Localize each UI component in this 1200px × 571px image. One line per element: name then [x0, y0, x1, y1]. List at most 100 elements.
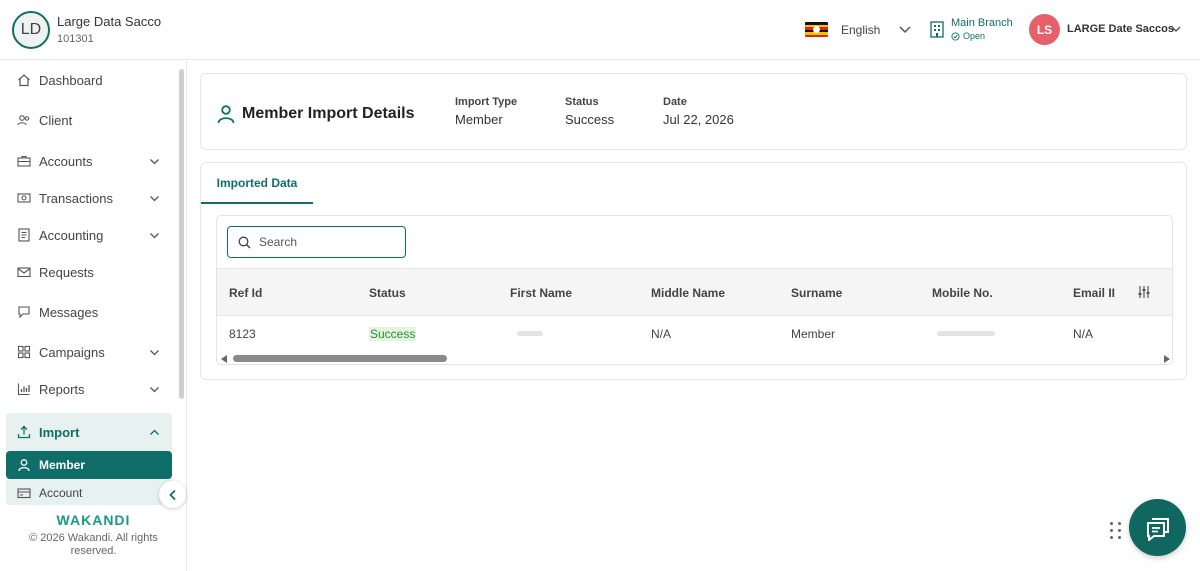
- chat-icon: [1146, 517, 1169, 541]
- sidebar-item-label: Transactions: [39, 190, 113, 206]
- cash-icon: [17, 193, 31, 203]
- column-header-first-name[interactable]: First Name: [510, 286, 572, 300]
- home-icon: [18, 74, 30, 87]
- column-settings-icon[interactable]: [1137, 285, 1151, 299]
- briefcase-icon: [17, 155, 31, 167]
- imported-data-card: Imported Data Search Ref Id Status First…: [200, 162, 1187, 380]
- sidebar-item-accounting[interactable]: Accounting: [6, 218, 172, 252]
- search-input[interactable]: Search: [227, 226, 406, 258]
- horizontal-scrollbar[interactable]: [217, 351, 1172, 364]
- user-icon: [217, 105, 235, 124]
- check-circle-icon: [951, 31, 960, 41]
- scroll-thumb[interactable]: [233, 355, 447, 362]
- sidebar-item-label: Campaigns: [39, 344, 105, 360]
- sidebar-item-label: Client: [39, 112, 73, 128]
- message-search-icon: [18, 306, 30, 319]
- tab-imported-data[interactable]: Imported Data: [201, 163, 313, 204]
- mail-icon: [17, 267, 31, 278]
- user-icon: [18, 459, 30, 472]
- column-header-status[interactable]: Status: [369, 286, 406, 300]
- column-header-surname[interactable]: Surname: [791, 286, 842, 300]
- chevron-down-icon[interactable]: [898, 22, 912, 36]
- branch-status-label: Open: [963, 31, 986, 41]
- sidebar-item-label: Account: [39, 486, 83, 500]
- user-avatar[interactable]: LS: [1029, 14, 1060, 45]
- table-row[interactable]: 8123 Success N/A Member N/A: [217, 316, 1172, 351]
- chevron-down-icon: [150, 387, 159, 393]
- bar-chart-icon: [17, 383, 30, 396]
- drag-handle-icon[interactable]: [1110, 522, 1122, 540]
- cell-status: Success: [369, 327, 417, 341]
- sidebar-item-messages[interactable]: Messages: [6, 295, 172, 329]
- chevron-down-icon: [150, 159, 159, 165]
- import-type-value: Member: [455, 112, 503, 127]
- sidebar-item-requests[interactable]: Requests: [6, 255, 172, 289]
- card-icon: [17, 488, 31, 499]
- sidebar-item-label: Requests: [39, 264, 94, 280]
- top-bar: LD Large Data Sacco 101301 English Main …: [0, 0, 1200, 60]
- cell-mobile-redacted: [937, 331, 995, 336]
- chat-button[interactable]: [1129, 499, 1186, 556]
- sidebar-item-reports[interactable]: Reports: [6, 372, 172, 406]
- sidebar-item-import[interactable]: Import: [6, 415, 172, 449]
- search-placeholder: Search: [259, 235, 298, 249]
- data-table: Search Ref Id Status First Name Middle N…: [216, 215, 1173, 365]
- cell-ref-id: 8123: [229, 327, 256, 341]
- date-label: Date: [663, 96, 687, 108]
- copyright-text: © 2026 Wakandi. All rights reserved.: [29, 532, 158, 557]
- sidebar-item-dashboard[interactable]: Dashboard: [6, 63, 172, 97]
- sidebar-item-label: Accounts: [39, 153, 93, 169]
- user-name[interactable]: LARGE Date Saccos: [1067, 23, 1174, 35]
- scroll-left-arrow-icon[interactable]: [221, 355, 227, 363]
- collapse-sidebar-button[interactable]: [159, 481, 186, 508]
- scroll-right-arrow-icon[interactable]: [1164, 355, 1170, 363]
- column-header-middle-name[interactable]: Middle Name: [651, 286, 725, 300]
- cell-middle-name: N/A: [651, 327, 672, 341]
- grid-icon: [17, 345, 31, 359]
- sidebar-item-label: Messages: [39, 304, 99, 320]
- date-value: Jul 22, 2026: [663, 112, 734, 127]
- uganda-flag-icon[interactable]: [805, 22, 828, 37]
- cell-surname: Member: [791, 327, 836, 341]
- sidebar-subitem-member[interactable]: Member: [6, 451, 172, 479]
- sidebar-item-campaigns[interactable]: Campaigns: [6, 335, 172, 369]
- table-header: Ref Id Status First Name Middle Name Sur…: [217, 268, 1172, 316]
- org-code: 101301: [57, 33, 94, 45]
- language-selector[interactable]: English: [841, 23, 880, 37]
- cell-first-name-redacted: [517, 331, 543, 336]
- org-avatar[interactable]: LD: [12, 11, 50, 49]
- chevron-down-icon: [150, 233, 159, 239]
- cell-email: N/A: [1073, 327, 1094, 341]
- page-title: Member Import Details: [242, 105, 415, 122]
- chevron-down-icon: [150, 196, 159, 202]
- status-value: Success: [565, 112, 615, 127]
- branch-name[interactable]: Main Branch: [951, 17, 1013, 29]
- sidebar-item-client[interactable]: Client: [6, 103, 172, 137]
- sidebar-item-transactions[interactable]: Transactions: [6, 181, 172, 215]
- sidebar: Dashboard Client Accounts Transactions A…: [0, 61, 187, 571]
- chevron-down-icon[interactable]: [1170, 23, 1182, 35]
- column-header-email[interactable]: Email II: [1073, 286, 1123, 300]
- chevron-up-icon: [150, 429, 159, 435]
- chevron-down-icon: [150, 350, 159, 356]
- upload-icon: [17, 425, 31, 439]
- import-type-label: Import Type: [455, 96, 518, 108]
- column-header-ref-id[interactable]: Ref Id: [229, 286, 262, 300]
- search-icon: [238, 236, 251, 248]
- sidebar-item-label: Dashboard: [39, 72, 103, 88]
- sidebar-item-label: Reports: [39, 381, 85, 397]
- sidebar-item-label: Accounting: [39, 227, 104, 243]
- org-name: Large Data Sacco: [57, 14, 162, 29]
- sidebar-item-label: Import: [39, 424, 80, 440]
- sidebar-item-label: Member: [39, 458, 86, 472]
- branch-status: Open: [951, 31, 985, 41]
- sidebar-scrollbar[interactable]: [179, 69, 184, 399]
- import-details-card: Member Import Details Import Type Member…: [200, 73, 1187, 150]
- sidebar-item-accounts[interactable]: Accounts: [6, 144, 172, 178]
- chevron-left-icon: [168, 489, 176, 500]
- sidebar-subitem-account[interactable]: Account: [6, 479, 172, 507]
- brand-logo: WAKANDI: [56, 512, 131, 528]
- building-icon: [930, 21, 944, 38]
- users-icon: [17, 115, 30, 126]
- column-header-mobile-no[interactable]: Mobile No.: [932, 286, 993, 300]
